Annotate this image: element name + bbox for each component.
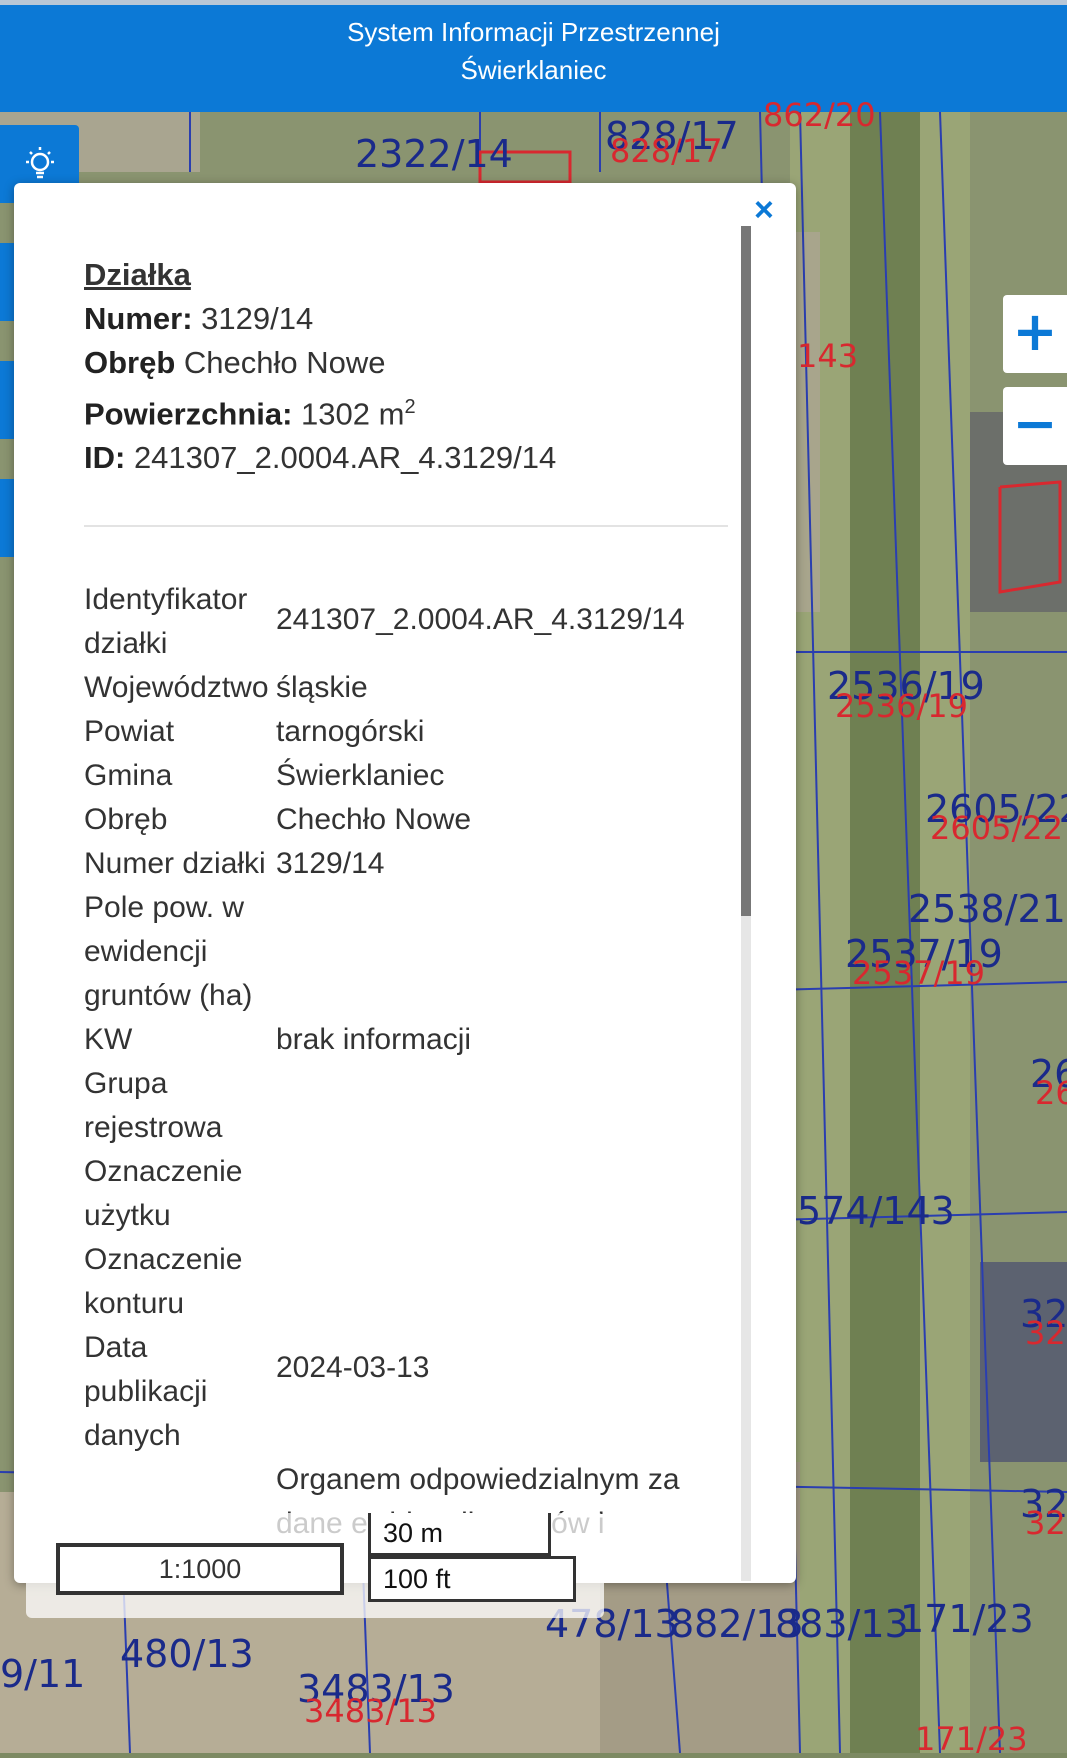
- scale-ratio: 1:1000: [56, 1543, 344, 1595]
- close-icon[interactable]: ×: [754, 191, 774, 230]
- parcel-label: 171/23: [900, 1597, 1034, 1641]
- app-title-line1: System Informacji Przestrzennej: [347, 17, 720, 47]
- zoom-out-button[interactable]: −: [1003, 387, 1067, 465]
- parcel-label: 26: [1035, 1074, 1067, 1112]
- numer-key: Numer:: [84, 301, 193, 336]
- attribute-value: brak informacji: [276, 1023, 472, 1056]
- attribute-value: tarnogórski: [276, 715, 425, 748]
- attribute-row: Oznaczenie konturu: [84, 1238, 716, 1326]
- parcel-label: 2538/21: [908, 887, 1066, 931]
- attribute-value: Chechło Nowe: [276, 803, 472, 836]
- parcel-label: 32: [1025, 1314, 1066, 1352]
- attribute-value: [276, 1062, 716, 1150]
- area-unit-exponent: 2: [404, 396, 416, 418]
- parcel-attributes-table: Identyfikator działki 241307_2.0004.AR_4.…: [84, 578, 716, 1546]
- area-value: 1302 m: [292, 396, 405, 432]
- zoom-in-button[interactable]: +: [1003, 295, 1067, 373]
- parcel-label: 883/13: [775, 1602, 909, 1646]
- parcel-label: 2322/14: [355, 132, 513, 176]
- attribute-row: KW brak informacji: [84, 1018, 716, 1062]
- attribute-key: Data publikacji danych: [84, 1331, 208, 1452]
- attribute-key: KW: [84, 1023, 133, 1056]
- attribute-value: 241307_2.0004.AR_4.3129/14: [276, 603, 685, 636]
- parcel-label: 3483/13: [304, 1692, 437, 1730]
- attribute-row: Data publikacji danych 2024-03-13: [84, 1326, 716, 1458]
- parcel-label: 2605/22: [930, 809, 1063, 847]
- attribute-key: Powiat: [84, 715, 175, 748]
- attribute-key: Grupa rejestrowa: [84, 1067, 223, 1144]
- parcel-label: 862/20: [763, 96, 876, 134]
- lightbulb-icon: [25, 147, 54, 179]
- parcel-label: 2536/19: [835, 687, 968, 725]
- attribute-value: [276, 1238, 716, 1326]
- attribute-key: Oznaczenie użytku: [84, 1155, 243, 1232]
- map-scale-widget: 1:1000 30 m 100 ft: [26, 1513, 604, 1618]
- attribute-value: 3129/14: [276, 847, 385, 880]
- attribute-row: Powiat tarnogórski: [84, 710, 716, 754]
- parcel-label: 2537/19: [852, 954, 985, 992]
- attribute-key: Województwo: [84, 671, 269, 704]
- parcel-label: 480/13: [120, 1632, 254, 1676]
- attribute-row: Numer działki 3129/14: [84, 842, 716, 886]
- attribute-key: Pole pow. w ewidencji gruntów (ha): [84, 891, 253, 1012]
- attribute-row: Województwo śląskie: [84, 666, 716, 710]
- attribute-key: Oznaczenie konturu: [84, 1243, 243, 1320]
- attribute-value: 2024-03-13: [276, 1351, 430, 1384]
- attribute-value: śląskie: [276, 671, 368, 704]
- parcel-label: 32: [1025, 1504, 1066, 1542]
- id-value: 241307_2.0004.AR_4.3129/14: [125, 440, 557, 476]
- parcel-info-popup: × Działka Numer: 3129/14 Obręb Chechło N…: [14, 183, 796, 1583]
- parcel-label: 574/143: [797, 1189, 955, 1233]
- app-title-line2: Świerklaniec: [460, 55, 607, 85]
- attribute-row: Grupa rejestrowa: [84, 1062, 716, 1150]
- attribute-value: [276, 886, 716, 1018]
- scale-metric: 30 m: [368, 1513, 551, 1556]
- numer-value: 3129/14: [192, 301, 314, 336]
- parcel-label: 171/23: [915, 1720, 1028, 1758]
- attribute-value: Świerklaniec: [276, 759, 445, 792]
- attribute-row: Obręb Chechło Nowe: [84, 798, 716, 842]
- id-key: ID:: [84, 440, 126, 476]
- attribute-row: Gmina Świerklaniec: [84, 754, 716, 798]
- attribute-key: Gmina: [84, 759, 173, 792]
- attribute-key: Obręb: [84, 803, 168, 836]
- attribute-row: Identyfikator działki 241307_2.0004.AR_4.…: [84, 578, 716, 666]
- attribute-row: Pole pow. w ewidencji gruntów (ha): [84, 886, 716, 1018]
- area-key: Powierzchnia:: [84, 396, 293, 432]
- parcel-label: 828/17: [610, 132, 723, 170]
- app-header: System Informacji Przestrzennej Świerkla…: [0, 5, 1067, 112]
- attribute-row: Oznaczenie użytku: [84, 1150, 716, 1238]
- parcel-label: 9/11: [0, 1652, 86, 1696]
- scale-imperial: 100 ft: [368, 1556, 576, 1602]
- popup-divider: [84, 525, 728, 527]
- attribute-key: Identyfikator działki: [84, 583, 248, 660]
- popup-scrollbar-thumb[interactable]: [741, 226, 751, 916]
- parcel-summary: Działka Numer: 3129/14 Obręb Chechło Now…: [84, 253, 556, 480]
- attribute-key: Numer działki: [84, 847, 266, 880]
- obreb-key: Obręb: [84, 345, 176, 380]
- parcel-label: 143: [797, 337, 859, 375]
- attribute-value: [276, 1150, 716, 1238]
- parcel-title: Działka: [84, 257, 191, 292]
- obreb-value: Chechło Nowe: [175, 345, 386, 380]
